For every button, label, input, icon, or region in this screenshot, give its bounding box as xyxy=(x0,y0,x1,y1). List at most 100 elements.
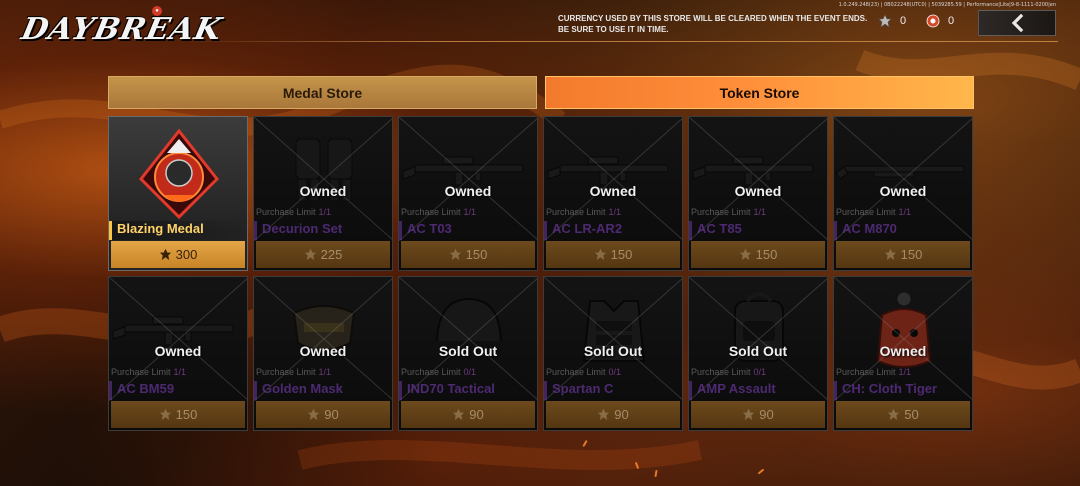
price-bar[interactable]: 150 xyxy=(111,401,245,428)
purchase-limit: Purchase Limit 0/1 xyxy=(546,367,621,377)
ember-spark xyxy=(582,439,588,448)
price-value: 150 xyxy=(465,247,488,262)
store-item-card[interactable]: Owned Purchase Limit 1/1 AC T03 150 xyxy=(398,116,538,271)
price-bar[interactable]: 90 xyxy=(691,401,825,428)
chevron-left-icon xyxy=(1011,14,1024,32)
item-status: Owned xyxy=(879,343,927,359)
purchase-limit: Purchase Limit 0/1 xyxy=(401,367,476,377)
token-price-icon xyxy=(453,408,465,421)
medal-currency-count: 0 xyxy=(900,15,907,27)
purchase-limit-value: 0/1 xyxy=(608,367,622,377)
purchase-limit: Purchase Limit 1/1 xyxy=(836,367,911,377)
purchase-limit: Purchase Limit 1/1 xyxy=(256,367,331,377)
price-value: 150 xyxy=(175,407,198,422)
purchase-limit-label: Purchase Limit xyxy=(691,367,751,377)
store-item-card[interactable]: Blazing Medal 300 xyxy=(108,116,248,271)
tab-label: Token Store xyxy=(719,84,800,101)
price-value: 90 xyxy=(759,407,774,422)
store-item-grid: Blazing Medal 300 Owned Purchase Limit 1/1 De… xyxy=(108,116,973,431)
store-item-card[interactable]: Owned Purchase Limit 1/1 Decurion Set 225 xyxy=(253,116,393,271)
price-bar[interactable]: 90 xyxy=(256,401,390,428)
purchase-limit-label: Purchase Limit xyxy=(401,207,461,217)
price-bar[interactable]: 90 xyxy=(401,401,535,428)
purchase-limit: Purchase Limit 1/1 xyxy=(401,207,476,217)
store-item-card[interactable]: Owned Purchase Limit 1/1 Golden Mask 90 xyxy=(253,276,393,431)
token-price-icon xyxy=(594,248,606,261)
item-status: Owned xyxy=(879,183,927,199)
price-bar[interactable]: 50 xyxy=(836,401,970,428)
price-value: 50 xyxy=(904,407,919,422)
currency-token: 0 xyxy=(926,14,954,28)
ember-spark xyxy=(654,469,658,478)
price-value: 150 xyxy=(610,247,633,262)
purchase-limit-value: 1/1 xyxy=(898,207,912,217)
price-bar[interactable]: 150 xyxy=(691,241,825,268)
game-logo: DAYBREAK xyxy=(18,4,225,54)
purchase-limit-value: 1/1 xyxy=(463,207,477,217)
purchase-limit-label: Purchase Limit xyxy=(256,367,316,377)
item-name: AC BM59 xyxy=(109,381,247,400)
item-status: Owned xyxy=(734,183,782,199)
price-bar[interactable]: 150 xyxy=(836,241,970,268)
logo-badge-icon: ● xyxy=(152,6,162,16)
purchase-limit-value: 1/1 xyxy=(898,367,912,377)
purchase-limit-label: Purchase Limit xyxy=(401,367,461,377)
item-status: Sold Out xyxy=(728,343,788,359)
token-price-icon xyxy=(159,408,171,421)
item-status: Owned xyxy=(299,343,347,359)
store-item-card[interactable]: Owned Purchase Limit 1/1 CH: Cloth Tiger 50 xyxy=(833,276,973,431)
ember-spark xyxy=(757,468,765,475)
purchase-limit-label: Purchase Limit xyxy=(836,367,896,377)
token-price-icon xyxy=(159,248,171,261)
store-item-card[interactable]: Sold Out Purchase Limit 0/1 IND70 Tactical 9… xyxy=(398,276,538,431)
item-status: Owned xyxy=(154,343,202,359)
blazing-medal-icon xyxy=(109,117,247,237)
item-name: Golden Mask xyxy=(254,381,392,400)
item-status: Owned xyxy=(589,183,637,199)
token-price-icon xyxy=(884,248,896,261)
store-item-card[interactable]: Owned Purchase Limit 1/1 AC T85 150 xyxy=(688,116,828,271)
purchase-limit-value: 1/1 xyxy=(608,207,622,217)
price-value: 150 xyxy=(755,247,778,262)
purchase-limit: Purchase Limit 1/1 xyxy=(836,207,911,217)
purchase-limit: Purchase Limit 0/1 xyxy=(691,367,766,377)
store-item-card[interactable]: Sold Out Purchase Limit 0/1 Spartan C 90 xyxy=(543,276,683,431)
item-status: Sold Out xyxy=(438,343,498,359)
purchase-limit: Purchase Limit 1/1 xyxy=(546,207,621,217)
item-name: AMP Assault xyxy=(689,381,827,400)
store-item-card[interactable]: Sold Out Purchase Limit 0/1 AMP Assault 90 xyxy=(688,276,828,431)
item-name: AC LR-AR2 xyxy=(544,221,682,240)
price-bar[interactable]: 90 xyxy=(546,401,680,428)
currency-medal: 0 xyxy=(878,14,906,28)
price-value: 225 xyxy=(320,247,343,262)
purchase-limit-label: Purchase Limit xyxy=(111,367,171,377)
tab-token-store[interactable]: Token Store xyxy=(545,76,974,109)
tab-medal-store[interactable]: Medal Store xyxy=(108,76,537,109)
purchase-limit-value: 1/1 xyxy=(753,207,767,217)
token-price-icon xyxy=(739,248,751,261)
token-price-icon xyxy=(308,408,320,421)
price-bar[interactable]: 150 xyxy=(401,241,535,268)
price-value: 90 xyxy=(614,407,629,422)
store-item-card[interactable]: Owned Purchase Limit 1/1 AC LR-AR2 150 xyxy=(543,116,683,271)
store-item-card[interactable]: Owned Purchase Limit 1/1 AC BM59 150 xyxy=(108,276,248,431)
build-version: 1.0.249.248(23) | 0B022248(UTC0) | 50392… xyxy=(838,2,1056,8)
purchase-limit: Purchase Limit 1/1 xyxy=(256,207,331,217)
item-name: IND70 Tactical xyxy=(399,381,537,400)
back-button[interactable] xyxy=(978,10,1056,36)
price-value: 150 xyxy=(900,247,923,262)
store-item-card[interactable]: Owned Purchase Limit 1/1 AC M870 150 xyxy=(833,116,973,271)
purchase-limit-value: 0/1 xyxy=(463,367,477,377)
item-status: Owned xyxy=(444,183,492,199)
price-bar[interactable]: 300 xyxy=(111,241,245,268)
token-price-icon xyxy=(598,408,610,421)
price-bar[interactable]: 150 xyxy=(546,241,680,268)
purchase-limit-value: 1/1 xyxy=(318,367,332,377)
currency-notice: CURRENCY USED BY THIS STORE WILL BE CLEA… xyxy=(558,14,868,34)
item-name: Spartan C xyxy=(544,381,682,400)
item-name: Decurion Set xyxy=(254,221,392,240)
price-bar[interactable]: 225 xyxy=(256,241,390,268)
price-value: 90 xyxy=(324,407,339,422)
token-currency-icon xyxy=(926,14,940,28)
purchase-limit: Purchase Limit 1/1 xyxy=(691,207,766,217)
